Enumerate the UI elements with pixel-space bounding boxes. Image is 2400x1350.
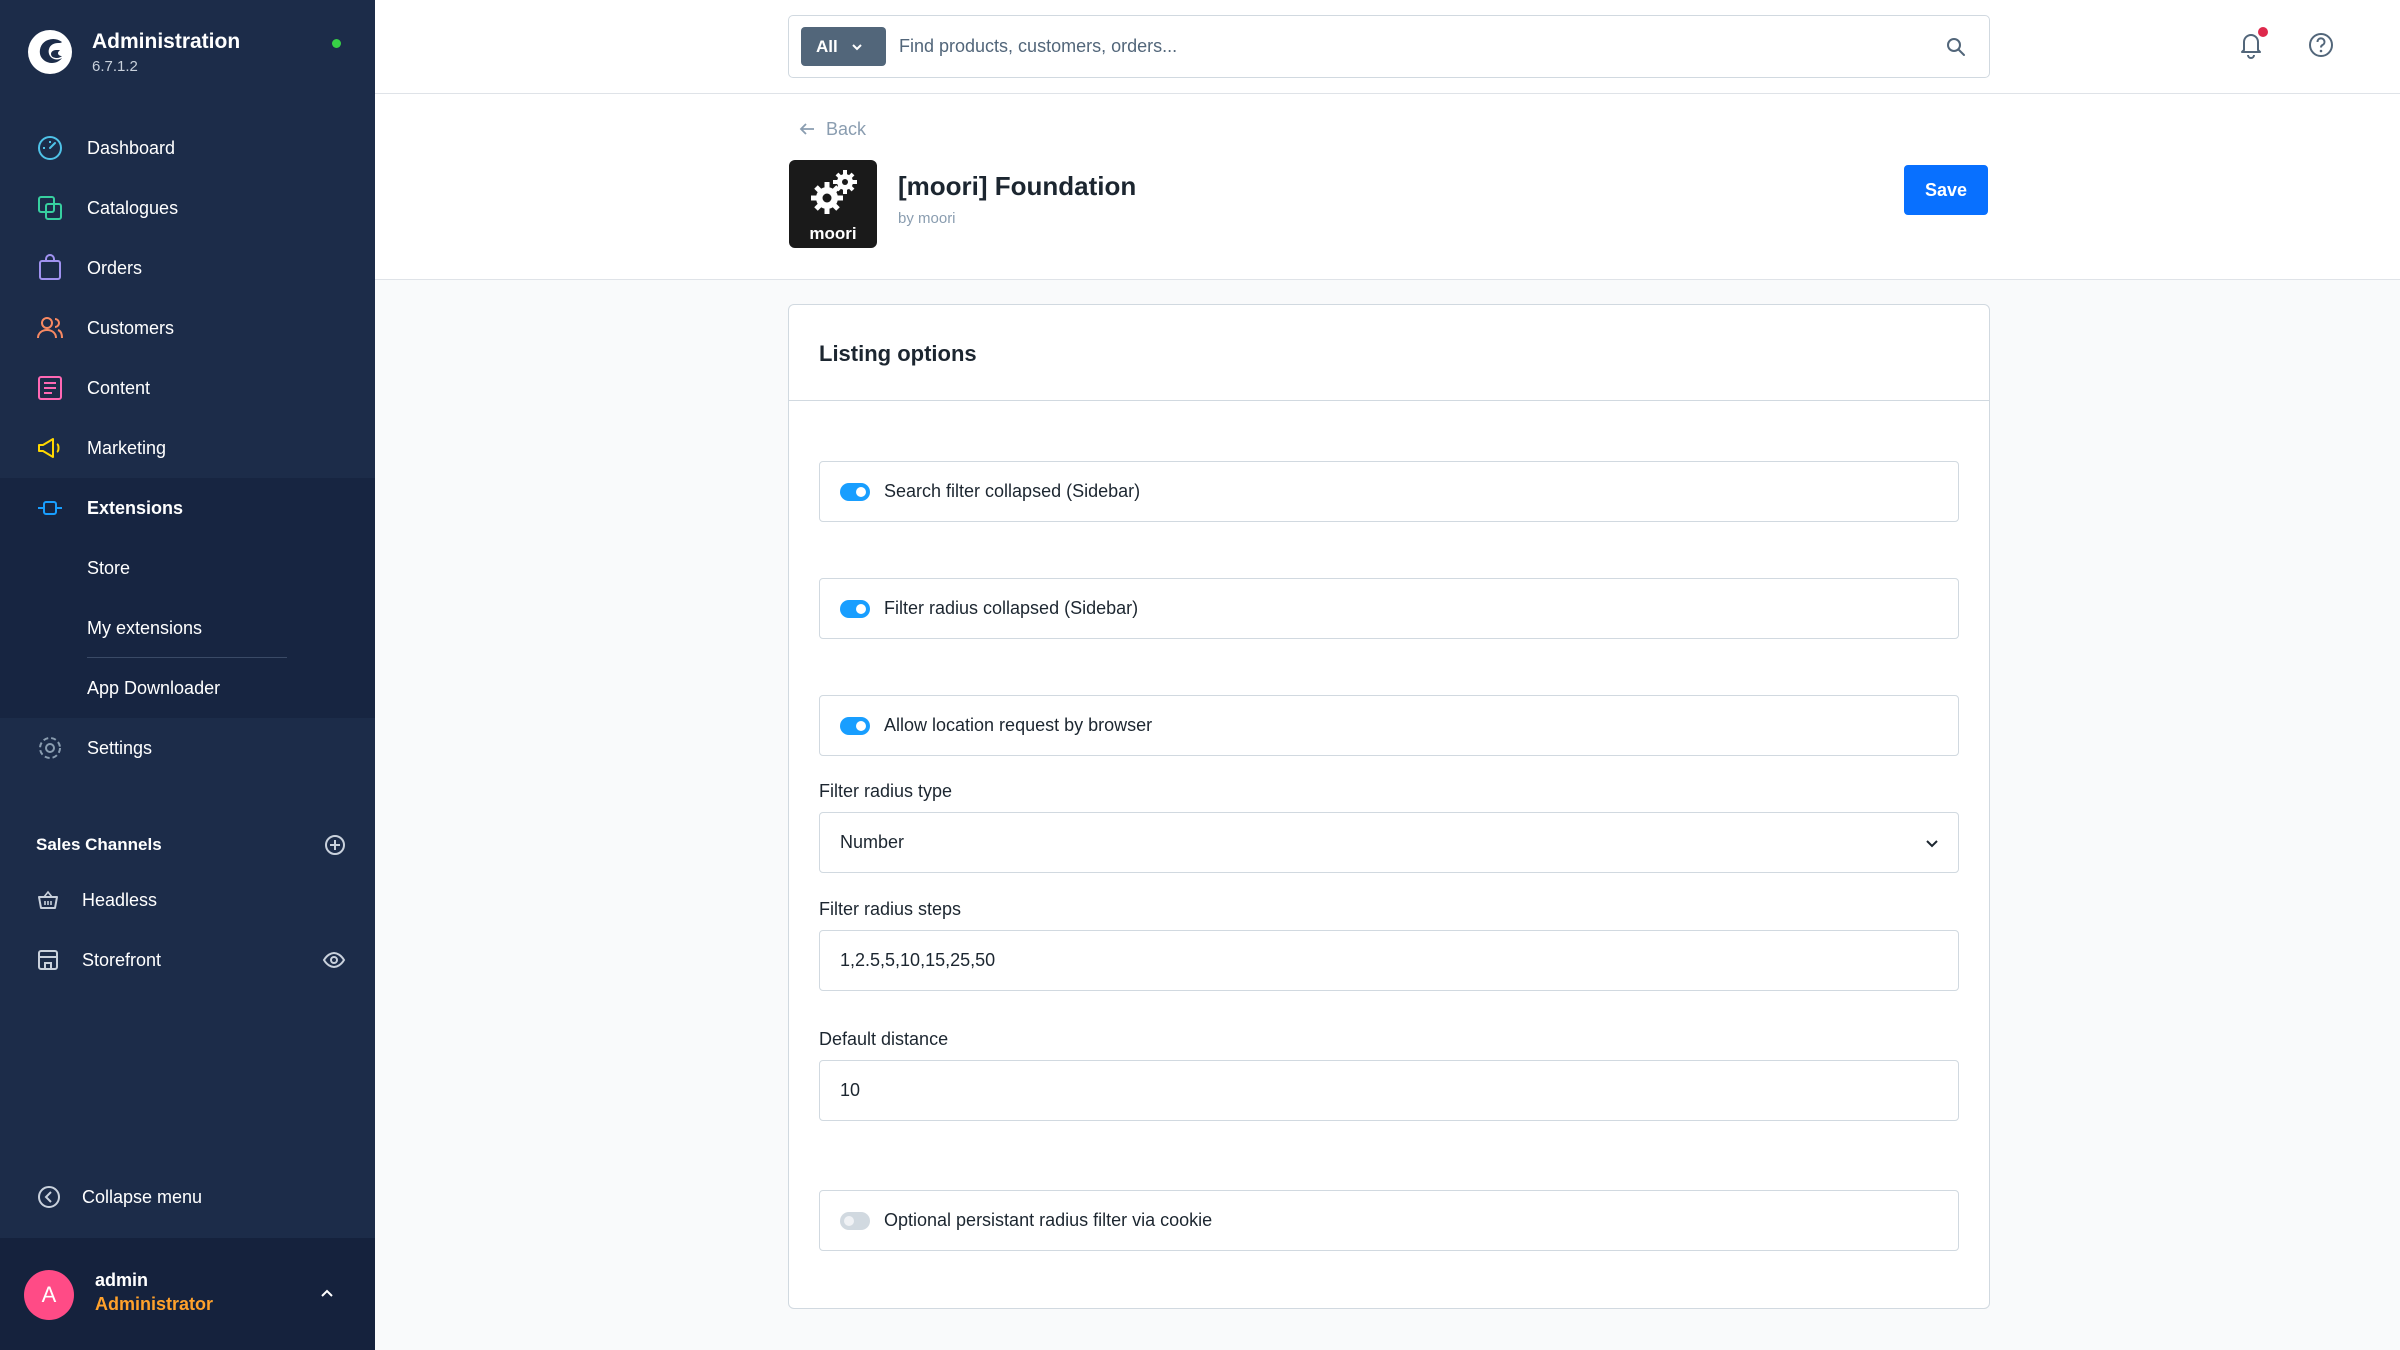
search-input[interactable]: [899, 26, 1919, 66]
collapse-menu-button[interactable]: Collapse menu: [36, 1180, 202, 1214]
chevron-down-icon: [852, 43, 862, 50]
filter-radius-steps-label: Filter radius steps: [819, 899, 962, 919]
nav-label: Dashboard: [87, 137, 176, 158]
basket-icon: [38, 890, 58, 909]
switch-label: Search filter collapsed (Sidebar): [884, 481, 1141, 501]
plug-icon: [38, 501, 62, 515]
search-icon[interactable]: [1944, 35, 1968, 59]
shopware-logo-icon: [28, 30, 72, 74]
nav-label: Marketing: [87, 437, 167, 458]
filter-radius-steps-input[interactable]: 1,2.5,5,10,15,25,50: [819, 930, 1959, 991]
back-link[interactable]: Back: [798, 114, 866, 144]
eye-icon[interactable]: [322, 948, 346, 972]
brand[interactable]: Administration 6.7.1.2: [26, 26, 356, 82]
user-role: Administrator: [95, 1294, 214, 1314]
nav-label: Settings: [87, 737, 153, 758]
toggle-switch[interactable]: [840, 482, 870, 501]
storefront-icon: [38, 950, 58, 970]
plugin-logo-text: moori: [809, 224, 857, 243]
switch-label: Filter radius collapsed (Sidebar): [884, 598, 1139, 618]
add-sales-channel-icon[interactable]: [324, 834, 346, 856]
toggle-switch[interactable]: [840, 599, 870, 618]
chevron-up-icon[interactable]: [316, 1282, 338, 1304]
user-menu[interactable]: A admin Administrator: [0, 1238, 375, 1350]
switch-filter-radius-collapsed[interactable]: Filter radius collapsed (Sidebar): [819, 578, 1959, 639]
top-bar: All: [375, 0, 2400, 94]
search-scope-dropdown[interactable]: All: [801, 27, 886, 66]
nav-subitem-my-extensions[interactable]: My extensions: [0, 598, 375, 658]
collapse-menu-label: Collapse menu: [82, 1186, 203, 1207]
nav-subitem-app-downloader[interactable]: App Downloader: [0, 658, 375, 718]
sales-channel-label: Headless: [82, 889, 158, 910]
chevron-down-icon: [1926, 840, 1938, 848]
main-nav: Dashboard Catalogues Orders Customers Co…: [0, 118, 375, 778]
global-search: All: [788, 15, 1990, 78]
user-name: admin: [95, 1270, 149, 1290]
switch-label: Optional persistant radius filter via co…: [884, 1210, 1213, 1230]
back-label: Back: [826, 118, 867, 139]
megaphone-icon: [38, 438, 60, 458]
gears-icon: [811, 170, 857, 214]
nav-item-settings[interactable]: Settings: [0, 718, 375, 778]
nav-item-customers[interactable]: Customers: [0, 298, 375, 358]
notification-badge: [2258, 27, 2268, 37]
page-title: [moori] Foundation: [898, 171, 1137, 201]
sales-channels-header: Sales Channels: [36, 830, 346, 860]
brand-version: 6.7.1.2: [92, 58, 138, 75]
online-status-dot: [332, 39, 341, 48]
input-value: 10: [840, 1080, 861, 1100]
switch-allow-location-request[interactable]: Allow location request by browser: [819, 695, 1959, 756]
default-distance-input[interactable]: 10: [819, 1060, 1959, 1121]
nav-label: Content: [87, 377, 151, 398]
shopping-bag-icon: [39, 254, 61, 280]
avatar: A: [24, 1270, 74, 1320]
nav-item-catalogues[interactable]: Catalogues: [0, 178, 375, 238]
nav-label: Extensions: [87, 497, 184, 518]
listing-options-card: Listing options Search filter collapsed …: [788, 304, 1990, 1309]
chevron-left-circle-icon: [38, 1186, 60, 1208]
extensions-group: Extensions Store My extensions App Downl…: [0, 478, 375, 718]
nav-item-content[interactable]: Content: [0, 358, 375, 418]
customers-icon: [37, 317, 63, 339]
arrow-left-icon: [799, 123, 814, 135]
filter-radius-type-select[interactable]: Number: [819, 812, 1959, 873]
toggle-switch[interactable]: [840, 716, 870, 735]
nav-item-extensions[interactable]: Extensions: [0, 478, 375, 538]
gear-icon: [39, 737, 61, 759]
sidebar: Administration 6.7.1.2 Dashboard Catalog…: [0, 0, 375, 1350]
content-icon: [38, 376, 62, 400]
help-icon[interactable]: [2306, 30, 2336, 60]
save-button[interactable]: Save: [1904, 165, 1988, 215]
plugin-logo: moori: [789, 160, 877, 248]
sales-channel-storefront[interactable]: Storefront: [36, 940, 346, 980]
switch-persistant-radius-cookie[interactable]: Optional persistant radius filter via co…: [819, 1190, 1959, 1251]
nav-label: Orders: [87, 257, 143, 278]
switch-label: Allow location request by browser: [884, 715, 1153, 735]
card-title: Listing options: [819, 341, 977, 366]
catalogues-icon: [38, 196, 62, 220]
select-value: Number: [840, 832, 905, 852]
nav-item-orders[interactable]: Orders: [0, 238, 375, 298]
nav-subitem-store[interactable]: Store: [0, 538, 375, 598]
sales-channel-headless[interactable]: Headless: [36, 880, 346, 920]
brand-title: Administration: [92, 30, 241, 53]
search-scope-label: All: [816, 36, 838, 56]
card-divider: [789, 400, 1989, 401]
toggle-switch[interactable]: [840, 1211, 870, 1230]
default-distance-label: Default distance: [819, 1029, 949, 1049]
nav-item-marketing[interactable]: Marketing: [0, 418, 375, 478]
sales-channels-title: Sales Channels: [36, 835, 162, 854]
nav-item-dashboard[interactable]: Dashboard: [0, 118, 375, 178]
dashboard-icon: [38, 136, 62, 160]
plugin-author: by moori: [898, 210, 956, 227]
nav-label: Customers: [87, 317, 175, 338]
input-value: 1,2.5,5,10,15,25,50: [840, 950, 996, 970]
nav-label: Catalogues: [87, 197, 179, 218]
sales-channel-label: Storefront: [82, 949, 162, 970]
page-header: Back moori [moori] Foundation by moori S…: [375, 94, 2400, 280]
filter-radius-type-label: Filter radius type: [819, 781, 953, 801]
switch-search-filter-collapsed[interactable]: Search filter collapsed (Sidebar): [819, 461, 1959, 522]
